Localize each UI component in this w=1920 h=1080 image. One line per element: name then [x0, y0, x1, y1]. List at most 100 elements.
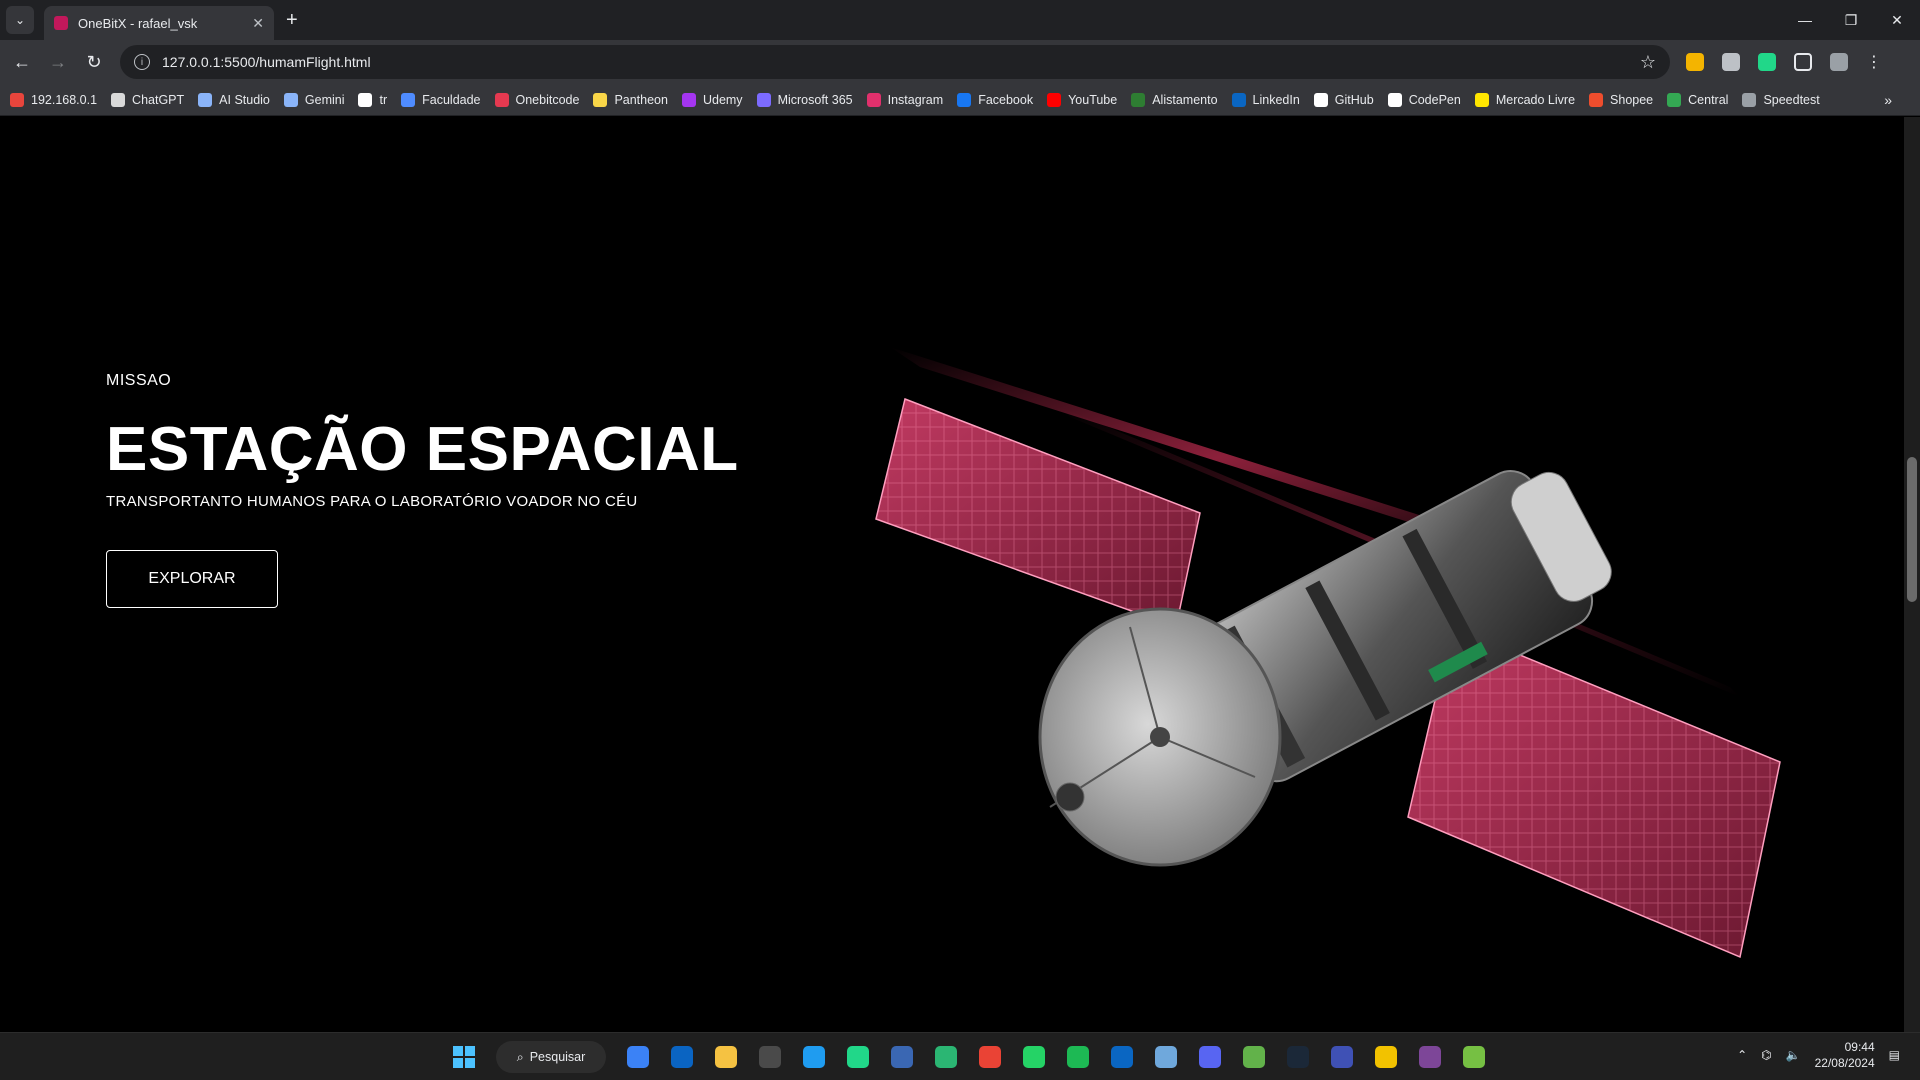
bookmark-label: Faculdade	[422, 92, 481, 107]
bookmark-item[interactable]: Gemini	[283, 92, 344, 107]
bookmark-item[interactable]: Udemy	[681, 92, 743, 107]
forward-button[interactable]: →	[40, 44, 76, 80]
bookmark-label: Facebook	[978, 92, 1034, 107]
address-url: 127.0.0.1:5500/humamFlight.html	[162, 54, 371, 70]
ssms-icon[interactable]	[884, 1039, 920, 1075]
bookmark-item[interactable]: tr	[358, 92, 387, 107]
pycharm-icon[interactable]	[840, 1039, 876, 1075]
bookmark-item[interactable]: Faculdade	[401, 92, 481, 107]
utorrent-icon[interactable]	[1456, 1039, 1492, 1075]
bookmark-label: Pantheon	[614, 92, 668, 107]
bookmark-item[interactable]: Speedtest	[1742, 92, 1820, 107]
close-window-button[interactable]: ✕	[1874, 0, 1920, 40]
bookmark-favicon-icon	[1667, 92, 1682, 107]
bookmark-label: Mercado Livre	[1495, 92, 1576, 107]
window-controls: — ❐ ✕	[1782, 0, 1920, 40]
file-explorer-icon[interactable]	[708, 1039, 744, 1075]
bookmark-item[interactable]: LinkedIn	[1231, 92, 1300, 107]
linkedin-icon[interactable]	[1104, 1039, 1140, 1075]
clock-time: 09:44	[1844, 1040, 1875, 1054]
tray-overflow-icon[interactable]: ⌃	[1737, 1048, 1747, 1062]
chrome-icon[interactable]	[972, 1039, 1008, 1075]
browser-menu-icon[interactable]: ⋮	[1866, 52, 1882, 72]
game-icon[interactable]	[1368, 1039, 1404, 1075]
minecraft-icon[interactable]	[1236, 1039, 1272, 1075]
spotify-icon[interactable]	[1060, 1039, 1096, 1075]
bookmark-item[interactable]: GitHub	[1313, 92, 1374, 107]
tab-favicon	[54, 16, 68, 30]
vscode-icon[interactable]	[796, 1039, 832, 1075]
terminal-icon[interactable]	[752, 1039, 788, 1075]
bookmark-star-icon[interactable]: ☆	[1640, 52, 1656, 73]
bookmark-favicon-icon	[1131, 92, 1146, 107]
reload-button[interactable]: ↻	[76, 44, 112, 80]
extension-icon[interactable]	[1686, 53, 1704, 71]
browser-toolbar: ← → ↻ i 127.0.0.1:5500/humamFlight.html …	[0, 40, 1920, 84]
scrollbar-thumb[interactable]	[1907, 457, 1917, 602]
hero-text: MISSAO ESTAÇÃO ESPACIAL TRANSPORTANTO HU…	[106, 372, 739, 608]
bookmark-item[interactable]: Onebitcode	[494, 92, 579, 107]
page-scrollbar[interactable]	[1904, 117, 1920, 1032]
bookmark-favicon-icon	[1742, 92, 1757, 107]
bookmark-item[interactable]: ChatGPT	[111, 92, 184, 107]
search-icon: ⌕	[516, 1049, 524, 1064]
bookmark-item[interactable]: YouTube	[1047, 92, 1117, 107]
notifications-icon[interactable]: ▤	[1889, 1048, 1900, 1062]
bookmark-item[interactable]: Facebook	[957, 92, 1034, 107]
bookmark-favicon-icon	[866, 92, 881, 107]
bookmark-item[interactable]: Microsoft 365	[756, 92, 853, 107]
bookmark-item[interactable]: 192.168.0.1	[10, 92, 97, 107]
volume-icon[interactable]: 🔈	[1786, 1048, 1801, 1062]
whatsapp-icon[interactable]	[1016, 1039, 1052, 1075]
satellite-image	[875, 347, 1781, 959]
notepad-icon[interactable]	[1148, 1039, 1184, 1075]
bookmark-label: Central	[1688, 92, 1729, 107]
back-button[interactable]: ←	[4, 44, 40, 80]
bookmark-favicon-icon	[1047, 92, 1062, 107]
hero-kicker: MISSAO	[106, 372, 172, 389]
edge-icon[interactable]	[928, 1039, 964, 1075]
bookmark-item[interactable]: Central	[1667, 92, 1729, 107]
address-bar[interactable]: i 127.0.0.1:5500/humamFlight.html ☆	[120, 45, 1670, 79]
bookmark-favicon-icon	[756, 92, 771, 107]
bookmark-item[interactable]: Pantheon	[593, 92, 668, 107]
bookmarks-overflow-icon[interactable]: »	[1884, 92, 1892, 108]
site-info-icon[interactable]: i	[134, 54, 150, 70]
tab-search-icon[interactable]: ⌄	[6, 6, 34, 34]
extensions-area: ⋮	[1686, 52, 1882, 72]
discord-icon[interactable]	[1192, 1039, 1228, 1075]
network-icon[interactable]: ⌬	[1761, 1048, 1771, 1062]
browser-tab[interactable]: OneBitX - rafael_vsk ✕	[44, 6, 274, 40]
bookmark-label: Shopee	[1610, 92, 1654, 107]
bookmark-favicon-icon	[10, 92, 24, 107]
app-icon[interactable]	[1324, 1039, 1360, 1075]
bookmark-item[interactable]: Instagram	[866, 92, 943, 107]
steam-icon[interactable]	[1280, 1039, 1316, 1075]
extension-icon[interactable]	[1758, 53, 1776, 71]
taskbar-search[interactable]: ⌕ Pesquisar	[496, 1041, 606, 1073]
explorar-button[interactable]: EXPLORAR	[106, 550, 278, 608]
bookmark-label: Speedtest	[1763, 92, 1820, 107]
bookmark-item[interactable]: CodePen	[1387, 92, 1461, 107]
bookmark-favicon-icon	[1387, 92, 1402, 107]
restore-button[interactable]: ❐	[1828, 0, 1874, 40]
start-button[interactable]	[446, 1039, 482, 1075]
bookmark-favicon-icon	[593, 92, 608, 107]
clock[interactable]: 09:44 22/08/2024	[1815, 1039, 1875, 1071]
extensions-puzzle-icon[interactable]	[1794, 53, 1812, 71]
bookmark-item[interactable]: Shopee	[1589, 92, 1654, 107]
bookmark-favicon-icon	[358, 92, 373, 107]
minimize-button[interactable]: —	[1782, 0, 1828, 40]
tor-icon[interactable]	[1412, 1039, 1448, 1075]
bookmark-item[interactable]: AI Studio	[198, 92, 270, 107]
browser-tab-bar: ⌄ OneBitX - rafael_vsk ✕ + — ❐ ✕	[0, 0, 1920, 40]
store-icon[interactable]	[620, 1039, 656, 1075]
tab-close-icon[interactable]: ✕	[252, 15, 264, 32]
outlook-icon[interactable]	[664, 1039, 700, 1075]
extension-icon[interactable]	[1722, 53, 1740, 71]
bookmark-item[interactable]: Alistamento	[1131, 92, 1218, 107]
profile-avatar[interactable]	[1830, 53, 1848, 71]
bookmark-item[interactable]: Mercado Livre	[1474, 92, 1576, 107]
bookmark-label: Udemy	[702, 92, 743, 107]
new-tab-button[interactable]: +	[286, 9, 298, 32]
